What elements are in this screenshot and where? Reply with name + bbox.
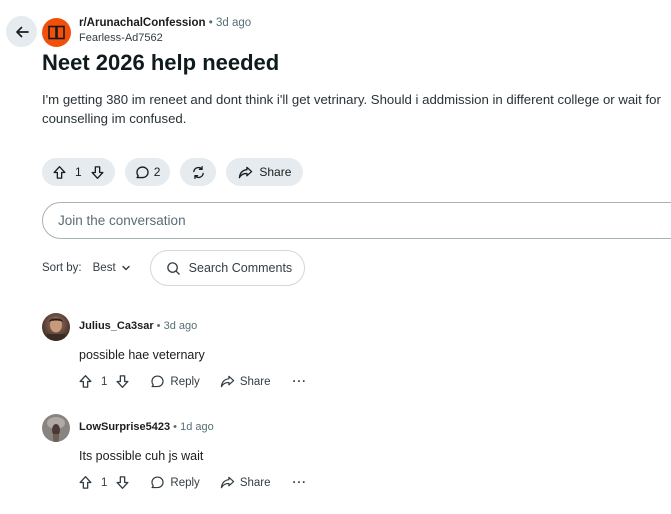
share-label: Share <box>239 476 271 489</box>
more-options-button[interactable]: ··· <box>293 477 308 489</box>
comment-vote-count: 1 <box>101 375 108 388</box>
comment: LowSurprise5423 • 1d ago Its possible cu… <box>42 414 342 494</box>
post-time: 3d ago <box>215 17 252 29</box>
comment-text: possible hae veternary <box>79 348 205 362</box>
chevron-down-icon <box>121 265 130 271</box>
comment-username[interactable]: LowSurprise5423 <box>79 421 170 433</box>
comment-time: 1d ago <box>180 421 214 433</box>
downvote-icon[interactable] <box>115 475 130 490</box>
book-icon <box>48 25 65 40</box>
post-author[interactable]: Fearless-Ad7562 <box>79 32 251 45</box>
post-actions: 1 2 Share <box>42 158 304 186</box>
comment-vote-count: 1 <box>101 476 108 489</box>
downvote-icon[interactable] <box>115 374 130 389</box>
share-icon <box>220 375 235 388</box>
meta-separator: • <box>173 421 178 433</box>
sort-bar: Sort by: Best Search Comments <box>42 250 305 286</box>
upvote-icon[interactable] <box>78 374 93 389</box>
comment-username[interactable]: Julius_Ca3sar <box>79 320 154 332</box>
comment-icon <box>151 476 165 489</box>
comment-actions: 1 Reply Share ··· <box>78 475 307 490</box>
post-body: I'm getting 380 im reneet and dont think… <box>42 92 661 126</box>
subreddit-name[interactable]: r/ArunachalConfession <box>79 17 206 29</box>
post-meta: r/ArunachalConfession • 3d ago Fearless-… <box>79 16 251 45</box>
comments-count: 2 <box>153 165 161 179</box>
reply-button[interactable]: Reply <box>150 475 200 490</box>
avatar[interactable] <box>42 414 70 442</box>
share-icon <box>239 166 253 178</box>
share-button[interactable]: Share <box>220 475 271 490</box>
share-label: Share <box>259 165 292 179</box>
crosspost-button[interactable] <box>180 158 217 186</box>
reply-button[interactable]: Reply <box>150 374 200 389</box>
share-button[interactable]: Share <box>220 374 271 389</box>
comment-time: 3d ago <box>163 320 198 332</box>
upvote-icon[interactable] <box>78 475 93 490</box>
share-label: Share <box>239 375 271 388</box>
share-button[interactable]: Share <box>226 158 304 186</box>
search-comments-button[interactable]: Search Comments <box>149 250 305 286</box>
search-comments-label: Search Comments <box>188 261 293 275</box>
vote-count: 1 <box>75 165 82 179</box>
reply-label: Reply <box>170 375 200 388</box>
vote-pill: 1 <box>42 158 115 186</box>
user-portrait-icon <box>42 313 70 341</box>
comment-header: Julius_Ca3sar • 3d ago <box>79 320 197 332</box>
join-conversation-input[interactable] <box>58 213 671 228</box>
back-button[interactable] <box>6 16 37 47</box>
comment-actions: 1 Reply Share ··· <box>78 374 307 389</box>
comment-icon <box>136 165 149 178</box>
comments-button[interactable]: 2 <box>124 158 171 186</box>
share-icon <box>220 476 235 489</box>
downvote-icon[interactable] <box>90 165 105 180</box>
sort-value: Best <box>92 262 116 274</box>
user-portrait-icon <box>42 414 70 442</box>
sort-label: Sort by: <box>42 262 82 274</box>
crosspost-icon <box>193 165 204 179</box>
reply-label: Reply <box>170 476 200 489</box>
sort-dropdown[interactable]: Best <box>93 262 132 274</box>
meta-separator: • <box>208 17 213 29</box>
upvote-icon[interactable] <box>52 165 67 180</box>
avatar[interactable] <box>42 313 70 341</box>
join-conversation-box[interactable] <box>42 202 671 239</box>
comment-text: Its possible cuh js wait <box>79 449 204 463</box>
comment-icon <box>151 375 165 388</box>
search-icon <box>166 261 180 275</box>
comment: Julius_Ca3sar • 3d ago possible hae vete… <box>42 313 342 393</box>
more-options-button[interactable]: ··· <box>293 376 308 388</box>
comment-header: LowSurprise5423 • 1d ago <box>79 421 214 433</box>
subreddit-avatar[interactable] <box>42 18 71 47</box>
post-title: Neet 2026 help needed <box>42 50 280 75</box>
arrow-left-icon <box>15 26 29 37</box>
meta-separator: • <box>156 320 161 332</box>
